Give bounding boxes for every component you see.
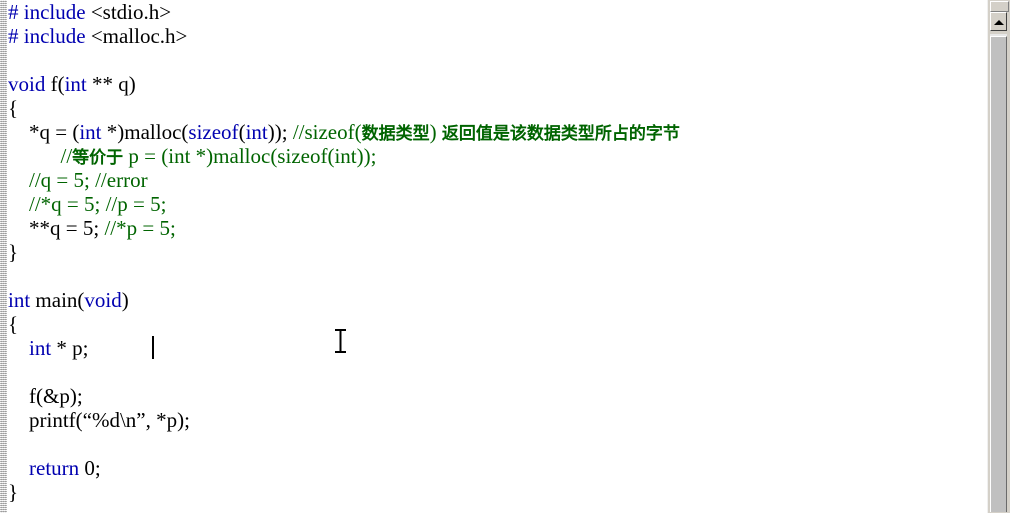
code-line[interactable] (8, 264, 990, 288)
code-token: 0; (79, 456, 101, 480)
code-token: int (245, 120, 268, 144)
vertical-scrollbar[interactable] (987, 0, 1010, 513)
text-caret (152, 336, 154, 359)
code-token: int (8, 288, 31, 312)
triangle-up-icon (993, 19, 1004, 25)
code-token: return (29, 456, 80, 480)
code-lines-container: # include <stdio.h> # include <malloc.h> … (8, 0, 990, 504)
code-line[interactable] (8, 48, 990, 72)
code-token: # include (8, 0, 91, 24)
code-line[interactable]: int main(void) (8, 288, 990, 312)
code-line[interactable]: } (8, 240, 990, 264)
code-token: * p; (51, 336, 89, 360)
code-line[interactable]: # include <stdio.h> (8, 0, 990, 24)
code-token: <stdio.h> (90, 0, 172, 24)
code-line[interactable]: void f(int ** q) (8, 72, 990, 96)
code-token: void (84, 288, 122, 312)
code-line[interactable]: printf(“%d\n”, *p); (8, 408, 990, 432)
code-editor-surface[interactable]: # include <stdio.h> # include <malloc.h> … (0, 0, 990, 513)
code-token: 数据类型 (361, 124, 430, 144)
code-line[interactable]: f(&p); (8, 384, 990, 408)
code-token: ( (238, 120, 246, 144)
code-line[interactable]: { (8, 312, 990, 336)
code-line[interactable]: *q = (int *)malloc(sizeof(int)); //sizeo… (8, 120, 990, 144)
code-token: int (79, 120, 102, 144)
code-token: } (8, 480, 19, 504)
code-line[interactable]: //*q = 5; //p = 5; (8, 192, 990, 216)
code-token: 返回值是该数据类型所占的字 (441, 124, 663, 144)
code-token: ** q) (86, 72, 136, 96)
code-line[interactable]: } (8, 480, 990, 504)
code-line[interactable]: int * p; (8, 336, 990, 360)
scrollbar-top-cap (990, 1, 1009, 12)
code-line[interactable]: //q = 5; //error (8, 168, 990, 192)
code-token: { (8, 96, 19, 120)
code-token: //*q = 5; //p = 5; (8, 192, 167, 216)
code-token: } (8, 240, 19, 264)
code-token: 等价于 (72, 148, 124, 168)
code-token: <malloc.h> (90, 24, 188, 48)
code-token: ) (121, 288, 129, 312)
code-token: 节 (662, 124, 680, 144)
code-line[interactable]: **q = 5; //*p = 5; (8, 216, 990, 240)
code-token: //q = 5; //error (8, 168, 148, 192)
code-token: ) (429, 120, 442, 144)
code-token: { (8, 312, 19, 336)
code-token: //*p = 5; (104, 216, 176, 240)
code-token: )); (267, 120, 293, 144)
code-token: *)malloc( (101, 120, 189, 144)
code-token: void (8, 72, 46, 96)
code-token: # include (8, 24, 91, 48)
code-token: f(&p); (8, 384, 83, 408)
code-line[interactable] (8, 360, 990, 384)
code-line[interactable] (8, 432, 990, 456)
code-line[interactable]: # include <malloc.h> (8, 24, 990, 48)
code-token: *q = ( (8, 120, 80, 144)
code-token: f( (45, 72, 65, 96)
code-editor-window: # include <stdio.h> # include <malloc.h> … (0, 0, 1010, 513)
code-token: int (29, 336, 52, 360)
code-token: sizeof (188, 120, 239, 144)
code-token: int (64, 72, 87, 96)
code-token: printf(“%d\n”, *p); (8, 408, 190, 432)
selection-margin[interactable] (0, 0, 7, 513)
scrollbar-thumb[interactable] (990, 36, 1007, 512)
code-token: // (8, 144, 73, 168)
code-token: //sizeof( (292, 120, 362, 144)
code-line[interactable]: //等价于 p = (int *)malloc(sizeof(int)); (8, 144, 990, 168)
scroll-up-button[interactable] (990, 12, 1007, 31)
code-token: **q = 5; (8, 216, 105, 240)
code-token: main( (30, 288, 85, 312)
code-line[interactable]: { (8, 96, 990, 120)
code-token: p = (int *)malloc(sizeof(int)); (123, 144, 377, 168)
code-line[interactable]: return 0; (8, 456, 990, 480)
